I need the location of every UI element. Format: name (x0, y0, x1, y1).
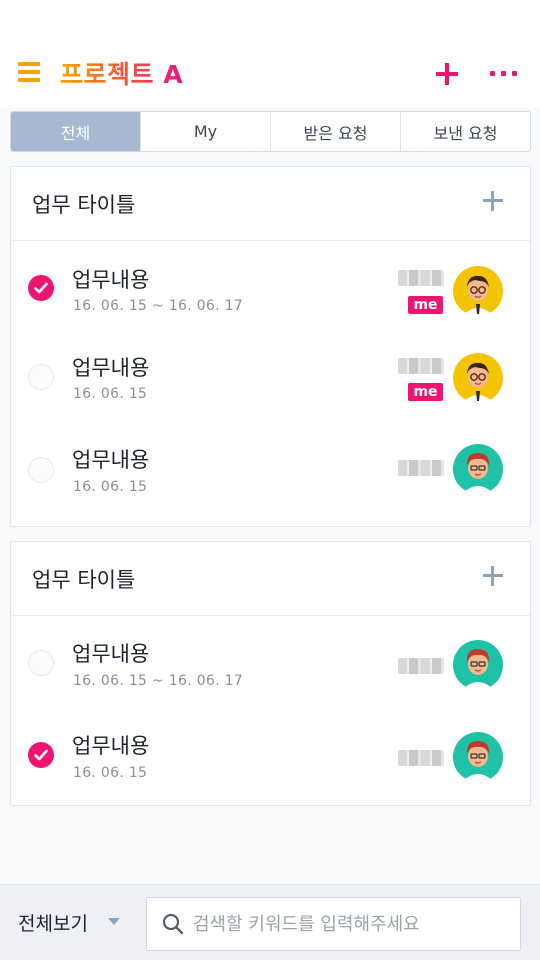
hamburger-menu-icon[interactable] (18, 62, 40, 82)
man-redhair-avatar[interactable] (453, 640, 503, 690)
task-group-title: 업무 타이틀 (32, 193, 136, 217)
task-group-header: 업무 타이틀 (11, 167, 530, 241)
task-item[interactable]: 업무내용 16. 06. 15 me (11, 333, 530, 425)
task-group-title: 업무 타이틀 (32, 568, 136, 592)
more-horizontal-icon[interactable] (490, 71, 518, 77)
task-item[interactable]: 업무내용 16. 06. 15 (11, 708, 530, 800)
search-box[interactable] (146, 897, 521, 951)
tab-my[interactable]: My (140, 112, 270, 151)
task-date: 16. 06. 15 (73, 386, 148, 402)
assignee-name-blurred (398, 750, 444, 766)
task-date: 16. 06. 15 (73, 765, 148, 781)
man-glasses-avatar[interactable] (453, 266, 503, 316)
checkbox-unchecked-icon[interactable] (28, 650, 54, 676)
task-group-header: 업무 타이틀 (11, 542, 530, 616)
man-glasses-avatar[interactable] (453, 353, 503, 403)
task-item[interactable]: 업무내용 16. 06. 15 ~ 16. 06. 17 (11, 616, 530, 708)
tab-sent-requests[interactable]: 보낸 요청 (400, 112, 530, 151)
add-plus-icon[interactable] (436, 63, 458, 85)
me-badge: me (408, 383, 443, 401)
search-icon[interactable] (161, 912, 185, 936)
me-badge: me (408, 296, 443, 314)
page-title: 프로젝트 A (60, 55, 183, 91)
assignee-name-blurred (398, 658, 444, 674)
assignee-name-blurred (398, 460, 444, 476)
filter-tabs: 전체 My 받은 요청 보낸 요청 (10, 111, 531, 152)
add-task-icon[interactable] (483, 191, 503, 211)
task-date: 16. 06. 15 (73, 479, 148, 495)
assignee-name-blurred (398, 358, 444, 374)
checkbox-checked-icon[interactable] (28, 275, 54, 301)
bottom-search-bar: 전체보기 (0, 884, 540, 960)
checkbox-unchecked-icon[interactable] (28, 457, 54, 483)
task-date: 16. 06. 15 ~ 16. 06. 17 (73, 298, 244, 314)
assignee-name-blurred (398, 270, 444, 286)
man-redhair-avatar[interactable] (453, 444, 503, 494)
task-date: 16. 06. 15 ~ 16. 06. 17 (73, 673, 244, 689)
task-group-card: 업무 타이틀 업무내용 16. 06. 15 ~ 16. 06. 17 me 업… (10, 166, 531, 527)
add-task-icon[interactable] (483, 566, 503, 586)
tab-all[interactable]: 전체 (11, 112, 140, 151)
task-name: 업무내용 (72, 448, 150, 472)
chevron-down-icon[interactable] (108, 918, 120, 925)
checkbox-unchecked-icon[interactable] (28, 364, 54, 390)
task-item[interactable]: 업무내용 16. 06. 15 ~ 16. 06. 17 me (11, 241, 530, 333)
task-name: 업무내용 (72, 642, 150, 666)
task-group-card: 업무 타이틀 업무내용 16. 06. 15 ~ 16. 06. 17 업무내용… (10, 541, 531, 806)
checkbox-checked-icon[interactable] (28, 742, 54, 768)
man-redhair-avatar[interactable] (453, 732, 503, 782)
view-all-dropdown[interactable]: 전체보기 (18, 909, 88, 936)
task-name: 업무내용 (72, 356, 150, 380)
task-name: 업무내용 (72, 268, 150, 292)
task-name: 업무내용 (72, 734, 150, 758)
tab-received-requests[interactable]: 받은 요청 (270, 112, 400, 151)
app-header: 프로젝트 A (0, 0, 540, 108)
task-item[interactable]: 업무내용 16. 06. 15 (11, 425, 530, 517)
search-input[interactable] (193, 898, 513, 950)
